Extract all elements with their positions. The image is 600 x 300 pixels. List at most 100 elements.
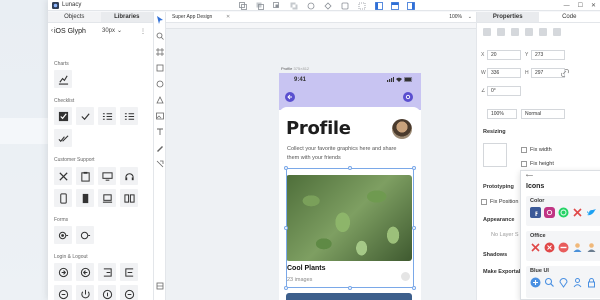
- frame-tool-icon[interactable]: [156, 48, 164, 56]
- more-icon[interactable]: [401, 272, 410, 281]
- text-tool-icon[interactable]: [156, 128, 164, 136]
- icon-size-select[interactable]: 30px ⌄: [102, 27, 122, 35]
- power-icon[interactable]: [76, 285, 94, 300]
- block-icon[interactable]: [558, 242, 569, 253]
- ellipse-tool-icon[interactable]: [156, 80, 164, 88]
- layout-left-icon[interactable]: [374, 1, 383, 10]
- user-blue-icon[interactable]: [572, 277, 583, 288]
- arrow-right-circle-icon[interactable]: [120, 285, 138, 300]
- tab-code[interactable]: Code: [538, 12, 600, 23]
- blend-mode-select[interactable]: Normal: [521, 109, 565, 119]
- popup-back-icon[interactable]: ⟵: [526, 173, 533, 179]
- icon-set-office[interactable]: Office: [526, 231, 600, 261]
- profile-artboard[interactable]: 9:41 Profile Collect your favorite graph…: [279, 73, 421, 300]
- radio-on-icon[interactable]: [54, 226, 72, 244]
- tab-properties[interactable]: Properties: [477, 12, 539, 23]
- rectangle-tool-icon[interactable]: [156, 64, 164, 72]
- tab-objects[interactable]: Objects: [48, 12, 101, 23]
- align-bottom-icon[interactable]: [553, 28, 561, 36]
- book-icon[interactable]: [120, 189, 138, 207]
- headset-icon[interactable]: [120, 167, 138, 185]
- align-middle-icon[interactable]: [539, 28, 547, 36]
- layout-right-icon[interactable]: [406, 1, 415, 10]
- checkmark-icon[interactable]: [76, 107, 94, 125]
- twitter-icon[interactable]: [586, 207, 597, 218]
- settings-button[interactable]: [403, 92, 413, 102]
- clipboard-icon[interactable]: [76, 167, 94, 185]
- zoom-level[interactable]: 100%: [449, 12, 462, 23]
- icon-set-blue-ui[interactable]: Blue UI 2870: [526, 266, 600, 298]
- monitor-icon[interactable]: [98, 167, 116, 185]
- fix-height-checkbox[interactable]: [521, 161, 527, 167]
- group-icon[interactable]: [357, 1, 366, 10]
- delete-circle-icon[interactable]: [544, 242, 555, 253]
- close-x-icon[interactable]: [572, 207, 583, 218]
- instagram-icon[interactable]: [544, 207, 555, 218]
- back-button[interactable]: [285, 92, 295, 102]
- boolean-subtract-icon[interactable]: [255, 1, 264, 10]
- more-options-icon[interactable]: ⋮: [140, 28, 146, 35]
- y-field[interactable]: 273: [531, 50, 565, 60]
- document-tab[interactable]: Super App Design: [172, 12, 212, 23]
- search-blue-icon[interactable]: [544, 277, 555, 288]
- image-tool-icon[interactable]: [156, 112, 164, 120]
- pin-blue-icon[interactable]: [558, 277, 569, 288]
- link-icon[interactable]: [561, 69, 569, 77]
- layer-style-select[interactable]: No Layer S: [491, 232, 519, 238]
- canvas[interactable]: Profile 375×812 9:41 Profile Collect you…: [166, 23, 476, 300]
- boolean-intersect-icon[interactable]: [272, 1, 281, 10]
- align-top-icon[interactable]: [525, 28, 533, 36]
- radio-off-icon[interactable]: [76, 226, 94, 244]
- maximize-icon[interactable]: ☐: [578, 1, 583, 12]
- bar-chart-icon[interactable]: [54, 70, 72, 88]
- user-icon[interactable]: [572, 242, 583, 253]
- layout-top-icon[interactable]: [390, 1, 399, 10]
- mask-icon[interactable]: [340, 1, 349, 10]
- tools-icon[interactable]: [54, 167, 72, 185]
- login-arrow-icon[interactable]: [54, 263, 72, 281]
- info-doc-icon[interactable]: [76, 189, 94, 207]
- align-center-icon[interactable]: [497, 28, 505, 36]
- flip-icon[interactable]: [323, 1, 332, 10]
- x-field[interactable]: 20: [487, 50, 521, 60]
- zoom-tool-icon[interactable]: [156, 32, 164, 40]
- business-user-icon[interactable]: [586, 242, 597, 253]
- boolean-union-icon[interactable]: [238, 1, 247, 10]
- width-field[interactable]: 336: [487, 68, 521, 78]
- tab-libraries[interactable]: Libraries: [100, 12, 153, 23]
- chevron-down-icon[interactable]: ⌄: [468, 12, 472, 23]
- fix-position-checkbox[interactable]: [481, 199, 487, 205]
- checkbox-checked-icon[interactable]: [54, 107, 72, 125]
- align-right-icon[interactable]: [511, 28, 519, 36]
- hotspot-tool-icon[interactable]: [156, 160, 164, 168]
- enter-icon[interactable]: [98, 263, 116, 281]
- close-icon[interactable]: ✕: [591, 1, 596, 12]
- close-tab-icon[interactable]: ✕: [226, 12, 230, 23]
- rotate-icon[interactable]: [306, 1, 315, 10]
- double-check-icon[interactable]: [54, 129, 72, 147]
- library-tool-icon[interactable]: [156, 282, 164, 290]
- rotation-field[interactable]: 0°: [487, 86, 521, 96]
- task-list-icon[interactable]: [120, 107, 138, 125]
- boolean-difference-icon[interactable]: [289, 1, 298, 10]
- exit-icon[interactable]: [120, 263, 138, 281]
- lock-blue-icon[interactable]: [586, 277, 597, 288]
- opacity-field[interactable]: 100%: [487, 109, 517, 119]
- add-icon[interactable]: [530, 277, 541, 288]
- frame-label[interactable]: Profile 375×812: [281, 66, 309, 71]
- pencil-tool-icon[interactable]: [156, 144, 164, 152]
- arrow-left-circle-icon[interactable]: [54, 285, 72, 300]
- laptop-icon[interactable]: [98, 189, 116, 207]
- logout-arrow-icon[interactable]: [76, 263, 94, 281]
- minimize-icon[interactable]: —: [564, 1, 570, 12]
- height-field[interactable]: 297: [531, 68, 565, 78]
- card-image[interactable]: [286, 175, 412, 261]
- cancel-icon[interactable]: [530, 242, 541, 253]
- resizing-constraints[interactable]: [483, 143, 507, 167]
- back-icon[interactable]: ‹: [51, 28, 53, 34]
- fix-width-checkbox[interactable]: [521, 147, 527, 153]
- facebook-icon[interactable]: [530, 207, 541, 218]
- select-tool-icon[interactable]: [156, 16, 164, 24]
- arrow-up-circle-icon[interactable]: [98, 285, 116, 300]
- checklist-icon[interactable]: [98, 107, 116, 125]
